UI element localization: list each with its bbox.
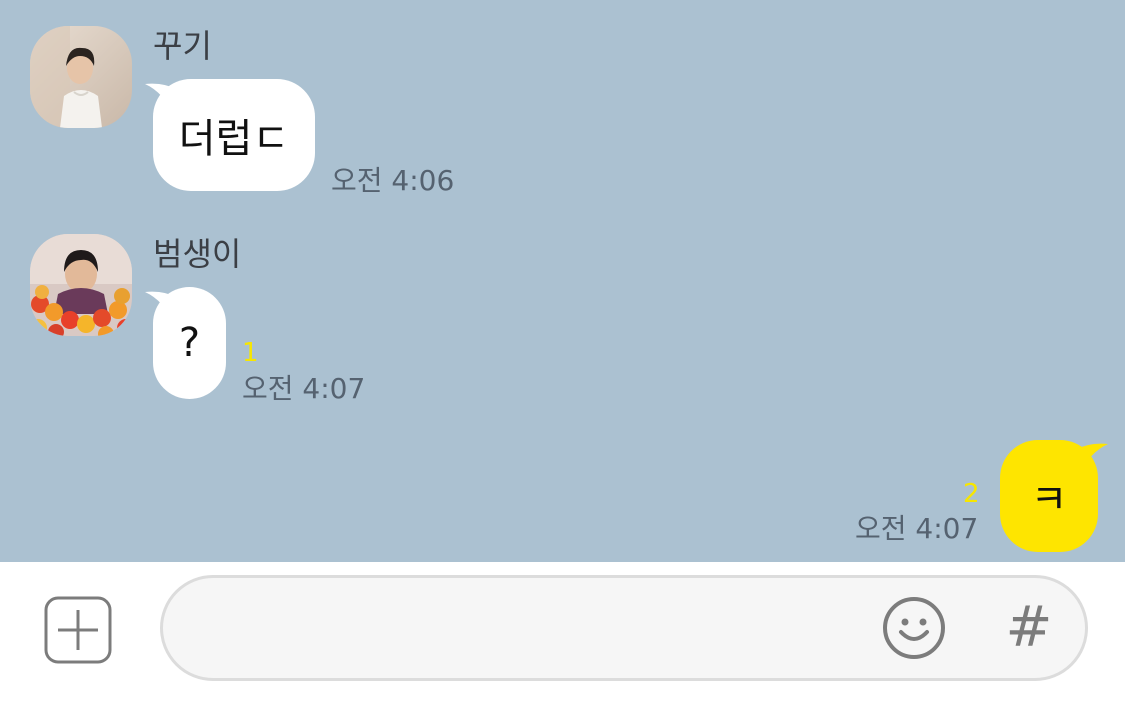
message-input-bar bbox=[0, 562, 1125, 714]
plus-square-icon bbox=[44, 596, 112, 664]
message-time: 오전 4:07 bbox=[855, 512, 979, 545]
unread-count: 1 bbox=[242, 338, 259, 368]
emoji-button[interactable] bbox=[882, 596, 946, 660]
message-text: ? bbox=[178, 320, 201, 366]
bubble-tail bbox=[1074, 443, 1108, 476]
message-text: ㅋ bbox=[1030, 477, 1068, 523]
attach-button[interactable] bbox=[44, 596, 112, 664]
message-text: 더럽ㄷ bbox=[178, 116, 290, 162]
message-input-field[interactable] bbox=[160, 575, 1088, 681]
profile-photo-icon bbox=[30, 26, 132, 128]
hashtag-button[interactable]: # bbox=[1004, 598, 1054, 658]
message-bubble[interactable]: ? bbox=[153, 287, 226, 399]
unread-count: 2 bbox=[963, 479, 980, 509]
message-time: 오전 4:07 bbox=[242, 372, 366, 405]
chat-message-area[interactable]: 꾸기 더럽ㄷ 오전 4:06 범생이 ? 1 오전 4:07 2 오전 4:07… bbox=[0, 0, 1125, 562]
profile-photo-icon bbox=[30, 234, 132, 336]
avatar-kkugi[interactable] bbox=[30, 26, 132, 128]
sender-name: 범생이 bbox=[153, 235, 242, 273]
smiley-icon bbox=[883, 597, 945, 659]
message-time: 오전 4:06 bbox=[331, 164, 455, 197]
avatar-beomsaengi[interactable] bbox=[30, 234, 132, 336]
message-input[interactable] bbox=[199, 600, 883, 658]
sender-name: 꾸기 bbox=[153, 27, 212, 65]
message-bubble[interactable]: 더럽ㄷ bbox=[153, 79, 315, 191]
